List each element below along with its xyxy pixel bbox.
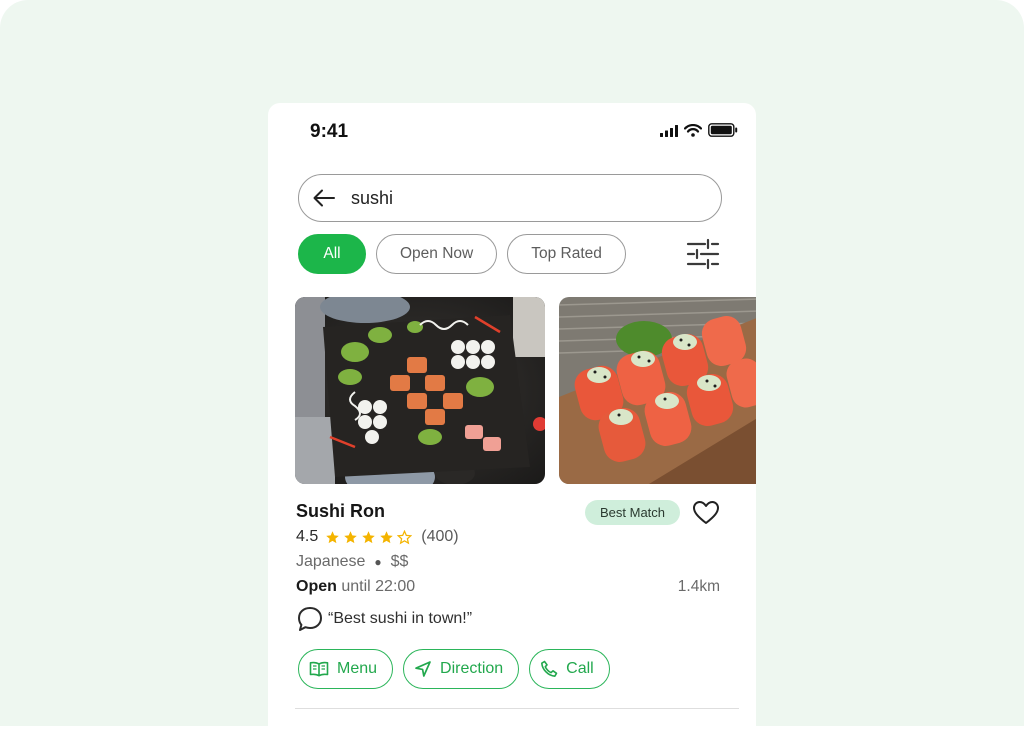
- star-filled-icon: [326, 530, 339, 543]
- direction-label: Direction: [440, 660, 504, 677]
- arrow-left-icon[interactable]: [311, 185, 337, 211]
- phone-screen: 9:41 sushi All Open Now Top Rated Sushi …: [268, 103, 756, 743]
- menu-button[interactable]: Menu: [298, 649, 394, 689]
- star-filled-icon: [344, 530, 357, 543]
- best-match-badge: Best Match: [585, 500, 681, 525]
- chip-open-now[interactable]: Open Now: [376, 234, 498, 274]
- card-divider: [295, 708, 739, 709]
- call-label: Call: [566, 660, 594, 677]
- cuisine-price-row: Japanese ● $$: [296, 553, 408, 571]
- chip-all[interactable]: All: [298, 234, 366, 274]
- star-filled-icon: [362, 530, 375, 543]
- rating-row: 4.5 (400): [296, 528, 459, 546]
- restaurant-name[interactable]: Sushi Ron: [296, 501, 385, 522]
- review-count[interactable]: (400): [421, 528, 458, 546]
- rating-stars: [325, 529, 413, 545]
- filter-chips: All Open Now Top Rated: [298, 234, 626, 274]
- search-bar: [298, 174, 722, 222]
- star-filled-icon: [380, 530, 393, 543]
- opening-hours: Open until 22:00: [296, 578, 415, 596]
- open-status: Open: [296, 578, 337, 595]
- status-time: 9:41: [310, 121, 349, 142]
- chat-bubble-icon: [298, 607, 322, 631]
- navigation-arrow-icon: [415, 661, 431, 677]
- chip-top-rated[interactable]: Top Rated: [507, 234, 626, 274]
- sliders-icon[interactable]: [686, 237, 720, 271]
- book-icon: [309, 661, 329, 677]
- search-input[interactable]: [349, 186, 673, 210]
- signal-icon: [660, 124, 678, 142]
- menu-label: Menu: [337, 660, 378, 677]
- battery-icon: [708, 123, 738, 142]
- cuisine-label: Japanese: [296, 553, 366, 570]
- wifi-icon: [683, 123, 703, 142]
- open-until: until 22:00: [341, 578, 416, 595]
- distance: 1.4km: [677, 578, 720, 595]
- phone-icon: [541, 660, 558, 677]
- direction-button[interactable]: Direction: [403, 649, 520, 689]
- separator-dot: ●: [374, 555, 382, 569]
- call-button[interactable]: Call: [529, 649, 610, 689]
- star-empty-icon: [397, 529, 413, 544]
- price-level: $$: [390, 553, 409, 570]
- heart-icon[interactable]: [692, 499, 720, 527]
- review-snippet: “Best sushi in town!”: [296, 605, 472, 633]
- rating-value: 4.5: [296, 528, 319, 545]
- status-icons: [660, 123, 738, 142]
- review-quote: “Best sushi in town!”: [328, 610, 473, 627]
- action-buttons: Menu Direction Call: [298, 649, 610, 689]
- sushi-platter-photo[interactable]: [295, 297, 545, 484]
- salmon-rolls-photo[interactable]: [559, 297, 756, 484]
